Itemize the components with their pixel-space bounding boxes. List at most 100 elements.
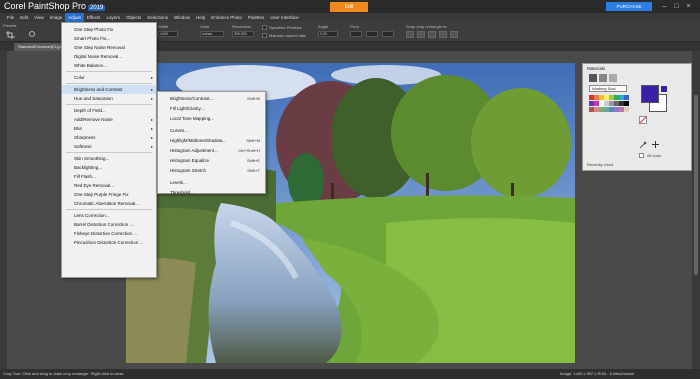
units-select[interactable]: Inches xyxy=(200,31,224,37)
maximize-icon[interactable]: □ xyxy=(672,2,681,11)
bc-item-levels[interactable]: Levels... xyxy=(158,178,265,187)
bc-item-fill-light-clarity[interactable]: Fill Light/Clarity... xyxy=(158,104,265,113)
adjust-item-white-balance[interactable]: White Balance... xyxy=(62,61,156,70)
adjust-item-blur[interactable]: Blur ▸ xyxy=(62,124,156,133)
adjust-item-digital-noise-removal[interactable]: Digital Noise Removal... xyxy=(62,52,156,61)
swatch-grid[interactable] xyxy=(589,95,629,127)
menu-palettes[interactable]: Palettes xyxy=(245,13,267,22)
materials-title: Materials xyxy=(587,66,606,71)
bc-item-brightness-contrast[interactable]: Brightness/Contrast... Shift+B xyxy=(158,94,265,103)
snap-selection-button[interactable] xyxy=(428,31,436,38)
snap-merged-button[interactable] xyxy=(439,31,447,38)
adjust-item-fisheye-distortion-correction[interactable]: Fisheye Distortion Correction ... xyxy=(62,229,156,238)
menu-window[interactable]: Window xyxy=(171,13,193,22)
bc-item-histogram-adjustment[interactable]: Histogram Adjustment... Ctrl+Shift+H xyxy=(158,146,265,155)
adjust-item-sharpness[interactable]: Sharpness ▸ xyxy=(62,133,156,142)
image-info: Image: 1440 x 957 x RGB - 8 bits/channel xyxy=(560,371,635,376)
adjust-item-chromatic-aberration-removal[interactable]: Chromatic Aberration Removal... xyxy=(62,199,156,208)
specified-printsize-checkbox[interactable] xyxy=(262,25,267,30)
adjust-item-barrel-distortion-correction[interactable]: Barrel Distortion Correction ... xyxy=(62,220,156,229)
menu-edit[interactable]: Edit xyxy=(17,13,31,22)
snap-canvas-button[interactable] xyxy=(450,31,458,38)
menu-layers[interactable]: Layers xyxy=(103,13,123,22)
menu-item-label: Levels... xyxy=(170,180,187,185)
width-field[interactable]: 1440 xyxy=(158,31,178,37)
bc-item-highlight-midtone-shadow[interactable]: Highlight/Midtone/Shadow... Shift+M xyxy=(158,136,265,145)
adjust-item-softness[interactable]: Softness ▸ xyxy=(62,142,156,151)
pivot-z-field[interactable] xyxy=(382,31,394,37)
menu-item-label: Fill Light/Clarity... xyxy=(170,106,205,111)
adjust-item-one-step-photo-fix[interactable]: One Step Photo Fix xyxy=(62,25,156,34)
chevron-right-icon: ▸ xyxy=(150,144,153,149)
color-swatch[interactable] xyxy=(624,107,629,112)
adjust-item-pincushion-distortion-correction[interactable]: Pincushion Distortion Correction ... xyxy=(62,238,156,247)
pivot-x-field[interactable] xyxy=(350,31,362,37)
adjust-item-fill-flash[interactable]: Fill Flash... xyxy=(62,172,156,181)
menu-item-label: Softness xyxy=(74,144,92,149)
frame-mode-icon[interactable] xyxy=(589,74,597,82)
menu-enhance-photo[interactable]: Enhance Photo xyxy=(208,13,245,22)
adjust-item-red-eye-removal[interactable]: Red Eye Removal... xyxy=(62,181,156,190)
adjust-item-hue-and-saturation[interactable]: Hue and Saturation ▸ xyxy=(62,94,156,103)
menu-effects[interactable]: Effects xyxy=(84,13,104,22)
menu-item-label: One Step Noise Removal xyxy=(74,45,125,50)
resolution-label: Resolution xyxy=(232,24,251,29)
color-swatch[interactable] xyxy=(624,95,629,100)
transparent-toggle-icon[interactable] xyxy=(639,116,647,124)
adjust-item-skin-smoothing[interactable]: Skin Smoothing... xyxy=(62,154,156,163)
menu-shortcut: Shift+M xyxy=(246,138,260,143)
eyedropper-icon[interactable] xyxy=(639,141,647,149)
purchase-button[interactable]: PURCHASE xyxy=(606,2,652,11)
swatch-mode-icon[interactable] xyxy=(609,74,617,82)
app-version: 2019 xyxy=(88,5,106,11)
gear-icon[interactable] xyxy=(28,30,36,38)
menu-user-interface[interactable]: User Interface xyxy=(267,13,301,22)
menu-adjust[interactable]: Adjust xyxy=(65,13,84,22)
menu-file[interactable]: File xyxy=(4,13,17,22)
bc-item-histogram-equalize[interactable]: Histogram Equalize Shift+E xyxy=(158,156,265,165)
adjust-item-color[interactable]: Color ▸ xyxy=(62,73,156,82)
adjust-item-one-step-noise-removal[interactable]: One Step Noise Removal xyxy=(62,43,156,52)
color-swatch[interactable] xyxy=(624,101,629,106)
adjust-item-add-remove-noise[interactable]: Add/Remove Noise ▸ xyxy=(62,115,156,124)
menu-selections[interactable]: Selections xyxy=(144,13,171,22)
angle-field[interactable]: 0.00 xyxy=(318,31,338,37)
adjust-item-one-step-purple-fringe-fix[interactable]: One Step Purple Fringe Fix xyxy=(62,190,156,199)
all-tools-checkbox[interactable] xyxy=(639,153,644,158)
menu-image[interactable]: Image xyxy=(47,13,66,22)
adjust-menu: One Step Photo Fix Smart Photo Fix... One … xyxy=(61,22,157,278)
close-icon[interactable]: × xyxy=(684,2,693,11)
menu-item-label: Blur xyxy=(74,126,83,131)
add-color-icon[interactable] xyxy=(651,140,660,149)
menu-help[interactable]: Help xyxy=(193,13,208,22)
maintain-aspect-checkbox[interactable] xyxy=(262,33,267,38)
pivot-y-field[interactable] xyxy=(366,31,378,37)
fg-mini-swatch[interactable] xyxy=(661,86,667,92)
bc-item-local-tone-mapping[interactable]: Local Tone Mapping... xyxy=(158,114,265,123)
chevron-right-icon: ▸ xyxy=(150,75,153,80)
presets-label: Presets xyxy=(3,23,17,28)
bc-item-threshold[interactable]: Threshold... xyxy=(158,188,265,197)
snap-layer-button[interactable] xyxy=(417,31,425,38)
resolution-field[interactable]: 300.000 xyxy=(232,31,254,37)
menu-item-label: Backlighting... xyxy=(74,165,103,170)
menu-view[interactable]: View xyxy=(31,13,47,22)
snap-image-button[interactable] xyxy=(406,31,414,38)
swatch-set-select[interactable]: Working Scal xyxy=(589,85,627,92)
adjust-item-depth-of-field[interactable]: Depth of Field... xyxy=(62,106,156,115)
adjust-item-lens-correction[interactable]: Lens Correction... xyxy=(62,211,156,220)
foreground-color[interactable] xyxy=(641,85,659,103)
edit-workspace-tab[interactable]: Edit xyxy=(330,2,368,12)
rainbow-mode-icon[interactable] xyxy=(599,74,607,82)
menu-item-label: Red Eye Removal... xyxy=(74,183,115,188)
adjust-item-smart-photo-fix[interactable]: Smart Photo Fix... xyxy=(62,34,156,43)
adjust-item-backlighting[interactable]: Backlighting... xyxy=(62,163,156,172)
adjust-item-brightness-and-contrast[interactable]: Brightness and Contrast ▸ xyxy=(62,85,156,94)
bc-item-histogram-stretch[interactable]: Histogram Stretch Shift+T xyxy=(158,166,265,175)
crop-preset-icon[interactable] xyxy=(5,30,17,39)
bc-item-curves[interactable]: Curves... xyxy=(158,126,265,135)
minimize-icon[interactable]: – xyxy=(660,2,669,11)
menu-objects[interactable]: Objects xyxy=(123,13,144,22)
scrollbar-thumb[interactable] xyxy=(694,95,698,275)
brightness-contrast-submenu: Brightness/Contrast... Shift+B Fill Light/… xyxy=(157,91,266,197)
